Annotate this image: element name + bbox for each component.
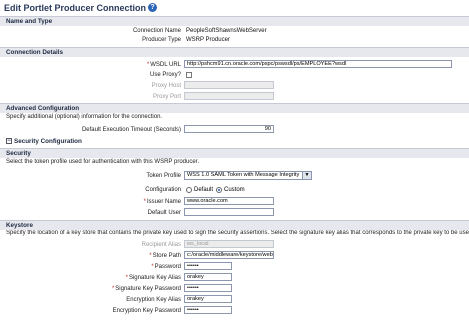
recipient-alias-label: Recipient Alias (141, 242, 181, 248)
encryption-key-alias-input[interactable]: orakey (184, 295, 232, 303)
section-name-type: Name and Type (0, 16, 469, 26)
signature-key-alias-label-text: Signature Key Alias (128, 275, 181, 281)
section-keystore: Keystore (0, 220, 469, 230)
security-description: Select the token profile used for authen… (6, 159, 199, 165)
producer-type-label: Producer Type (142, 37, 181, 43)
security-configuration-toggle[interactable]: − Security Configuration (6, 138, 82, 145)
radio-custom[interactable] (216, 187, 222, 193)
wsdl-url-input[interactable]: http://pshcm91.cn.oracle.com/pspc/pswsdl… (184, 60, 452, 68)
proxy-port-input[interactable] (184, 92, 274, 100)
required-icon: * (151, 264, 154, 270)
token-profile-select[interactable]: WSS 1.0 SAML Token with Message Integrit… (184, 171, 312, 180)
chevron-down-icon: ▼ (302, 172, 311, 179)
password-label: *Password (151, 264, 181, 270)
issuer-name-label-text: Issuer Name (146, 199, 181, 205)
issuer-name-label: *Issuer Name (144, 199, 181, 205)
required-icon: * (149, 253, 152, 259)
wsdl-url-label-text: WSDL URL (150, 62, 181, 68)
page-title-text: Edit Portlet Producer Connection (4, 3, 147, 13)
signature-key-password-input[interactable]: •••••• (184, 284, 232, 292)
page-title: Edit Portlet Producer Connection? (4, 3, 158, 13)
token-profile-label: Token Profile (146, 173, 181, 179)
connection-name-label: Connection Name (132, 28, 181, 34)
section-connection-details: Connection Details (0, 47, 469, 57)
section-security: Security (0, 148, 469, 158)
signature-key-alias-label: *Signature Key Alias (126, 275, 181, 281)
timeout-label: Default Execution Timeout (Seconds) (81, 127, 181, 133)
encryption-key-alias-label: Encryption Key Alias (126, 297, 181, 303)
proxy-port-label: Proxy Port (152, 94, 181, 100)
signature-key-password-label: *Signature Key Password (112, 286, 181, 292)
signature-key-password-label-text: Signature Key Password (115, 286, 181, 292)
advanced-description: Specify additional (optional) informatio… (6, 114, 163, 120)
store-path-label-text: Store Path (152, 253, 181, 259)
default-user-label: Default User (147, 210, 181, 216)
password-input[interactable]: •••••• (184, 262, 232, 270)
required-icon: * (125, 275, 128, 281)
help-icon[interactable]: ? (148, 3, 158, 12)
security-configuration-label: Security Configuration (14, 138, 82, 145)
recipient-alias-input[interactable]: ws_local (184, 240, 274, 248)
proxy-host-label: Proxy Host (151, 83, 181, 89)
encryption-key-password-input[interactable]: •••••• (184, 306, 232, 314)
radio-default[interactable] (186, 187, 192, 193)
store-path-label: *Store Path (149, 253, 181, 259)
token-profile-value: WSS 1.0 SAML Token with Message Integrit… (187, 172, 300, 178)
configuration-label: Configuration (145, 187, 181, 193)
required-icon: * (146, 62, 150, 68)
use-proxy-checkbox[interactable] (186, 72, 192, 78)
radio-custom-label: Custom (224, 187, 245, 193)
wsdl-url-label: *WSDL URL (147, 62, 181, 68)
issuer-name-input[interactable]: www.oracle.com (184, 197, 274, 205)
producer-type-value: WSRP Producer (186, 37, 230, 43)
password-label-text: Password (154, 264, 181, 270)
required-icon: * (143, 199, 146, 205)
radio-default-label: Default (194, 187, 214, 193)
proxy-host-input[interactable] (184, 81, 274, 89)
keystore-description: Specify the location of a key store that… (6, 230, 469, 236)
signature-key-alias-input[interactable]: orakey (184, 273, 232, 281)
connection-name-value: PeopleSoftShawnsWebServer (186, 28, 267, 34)
collapse-icon: − (6, 138, 12, 145)
use-proxy-label: Use Proxy? (149, 72, 181, 78)
encryption-key-password-label: Encryption Key Password (112, 308, 181, 314)
section-advanced-configuration: Advanced Configuration (0, 103, 469, 113)
default-user-input[interactable] (184, 208, 274, 216)
store-path-input[interactable]: c:/oracle/middleware/keystore/web (184, 251, 274, 259)
timeout-input[interactable]: 90 (184, 125, 274, 133)
required-icon: * (111, 286, 115, 292)
